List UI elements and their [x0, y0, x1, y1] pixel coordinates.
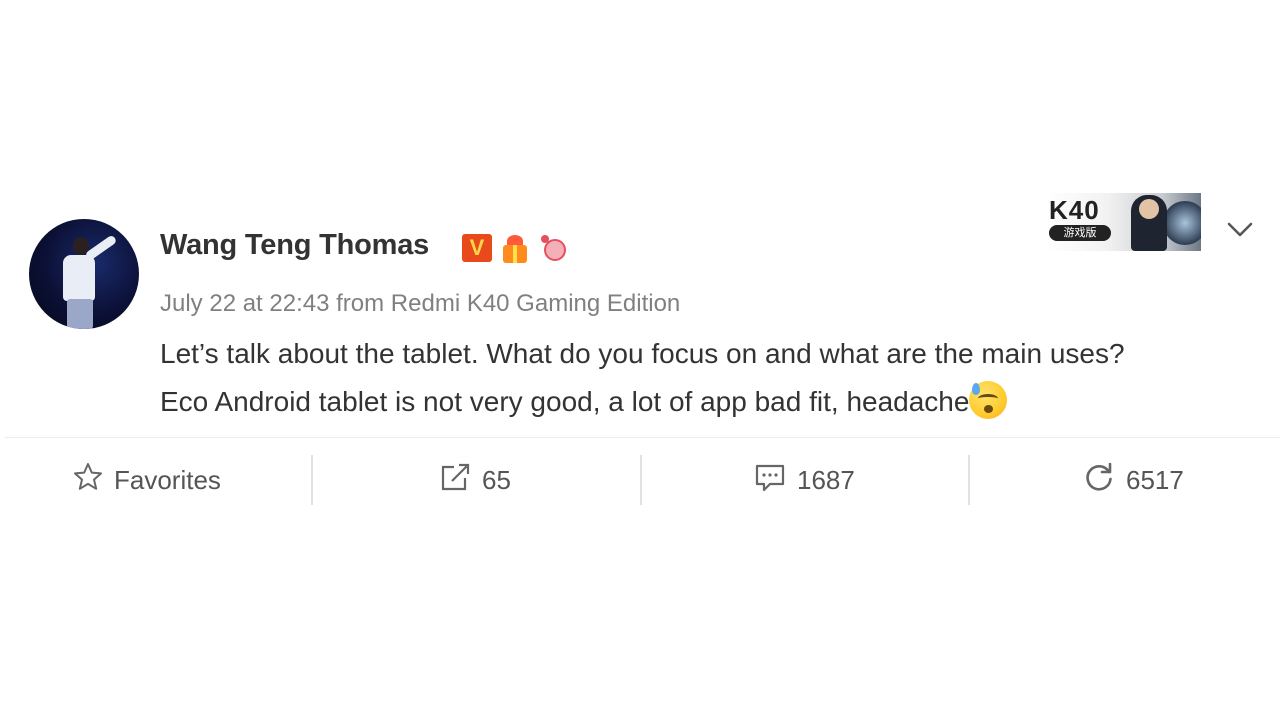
author-badges: V — [462, 232, 571, 266]
action-separator — [968, 455, 970, 505]
banner-title: K40 — [1049, 195, 1100, 225]
comment-icon — [753, 461, 797, 500]
gift-badge-icon[interactable] — [498, 233, 532, 263]
action-separator — [311, 455, 313, 505]
candy-badge-icon[interactable] — [538, 233, 571, 266]
post-text-line-2-content: Eco Android tablet is not very good, a l… — [160, 386, 970, 417]
avatar[interactable] — [29, 219, 139, 329]
banner-person-face — [1139, 199, 1159, 219]
avatar-figure-body — [63, 255, 95, 301]
weibo-post: Wang Teng Thomas V July 22 at 22:43 from… — [0, 0, 1280, 720]
forward-count: 65 — [482, 464, 511, 495]
avatar-figure-legs — [67, 299, 93, 329]
banner-circle — [1163, 201, 1201, 245]
post-meta: July 22 at 22:43 from Redmi K40 Gaming E… — [160, 290, 680, 318]
favorites-button[interactable]: Favorites — [72, 455, 221, 505]
k40-fan-banner[interactable]: K40 游戏版 — [1045, 193, 1201, 251]
forward-button[interactable]: 65 — [438, 455, 511, 505]
like-count: 6517 — [1126, 464, 1184, 495]
post-text-line-1: Let’s talk about the tablet. What do you… — [160, 338, 1125, 369]
action-separator — [640, 455, 642, 505]
post-timestamp[interactable]: July 22 at 22:43 — [160, 290, 329, 317]
tired-face-emoji-icon — [969, 381, 1008, 419]
comment-button[interactable]: 1687 — [753, 455, 855, 505]
chevron-down-icon[interactable] — [1225, 216, 1255, 242]
action-bar: Favorites 65 1687 6517 — [0, 455, 1280, 505]
refresh-like-icon — [1082, 460, 1126, 501]
comment-count: 1687 — [797, 464, 855, 495]
post-text-line-2: Eco Android tablet is not very good, a l… — [160, 378, 1260, 426]
like-button[interactable]: 6517 — [1082, 455, 1184, 505]
divider — [5, 437, 1280, 438]
star-icon — [72, 461, 114, 500]
post-text: Let’s talk about the tablet. What do you… — [160, 330, 1260, 426]
verified-badge-icon[interactable]: V — [462, 234, 492, 262]
favorites-label: Favorites — [114, 464, 221, 495]
banner-subtitle: 游戏版 — [1049, 225, 1111, 241]
post-source: from Redmi K40 Gaming Edition — [336, 290, 681, 317]
share-icon — [438, 461, 482, 500]
author-name[interactable]: Wang Teng Thomas — [160, 229, 429, 262]
